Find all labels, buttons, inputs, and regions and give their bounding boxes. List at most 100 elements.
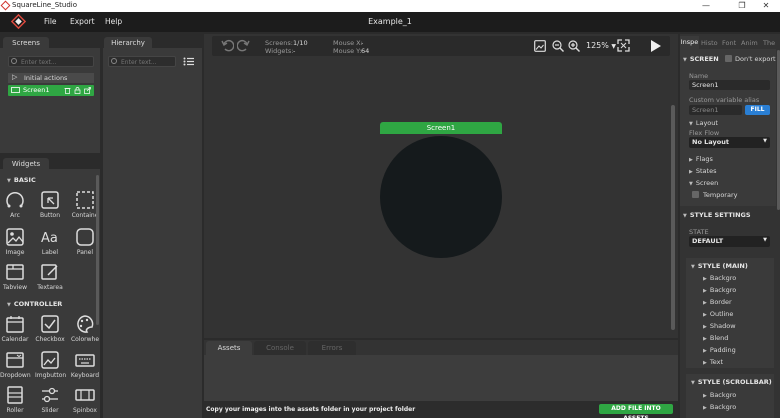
scroll-prop-background-image[interactable]: ▶ Backgro (703, 403, 736, 411)
canvas-scrollbar[interactable] (671, 105, 675, 330)
widget-imgbutton[interactable]: Imgbutton (35, 350, 66, 379)
assets-hint: Copy your images into the assets folder … (206, 406, 416, 413)
widget-roller[interactable]: Roller (0, 385, 30, 414)
widgets-scrollbar[interactable] (96, 175, 99, 325)
scroll-prop-background[interactable]: ▶ Backgro (703, 391, 736, 399)
screens-search-input[interactable] (8, 56, 94, 67)
dont-export-checkbox[interactable] (725, 55, 732, 62)
menu-bar: File Export Help Example_1 (0, 12, 780, 32)
undo-icon[interactable] (221, 39, 234, 52)
state-select[interactable]: DEFAULT ▼ (689, 236, 770, 247)
style-prop-background[interactable]: ▶ Backgro (703, 274, 736, 282)
hierarchy-search[interactable] (108, 56, 176, 67)
style-prop-blend[interactable]: ▶ Blend (703, 334, 728, 342)
style-prop-outline[interactable]: ▶ Outline (703, 310, 733, 318)
menu-file[interactable]: File (44, 17, 57, 26)
style-prop-text[interactable]: ▶ Text (703, 358, 723, 366)
widget-label[interactable]: Aa Label (35, 227, 65, 256)
style-prop-padding[interactable]: ▶ Padding (703, 346, 736, 354)
widget-calendar[interactable]: Calendar (0, 314, 30, 343)
play-button-icon[interactable] (649, 39, 662, 53)
menu-export[interactable]: Export (70, 17, 95, 26)
controller-section-header[interactable]: ▼ CONTROLLER (7, 300, 62, 308)
tab-history[interactable]: Histo (701, 39, 718, 47)
expand-triangle-icon: ▶ (689, 169, 693, 175)
style-prop-shadow[interactable]: ▶ Shadow (703, 322, 736, 330)
zoom-level-dropdown[interactable]: 125% ▼ (586, 41, 616, 50)
widget-checkbox[interactable]: Checkbox (35, 314, 65, 343)
app-logo-icon (0, 0, 11, 11)
image-icon (6, 228, 24, 246)
add-file-into-assets-button[interactable]: ADD FILE INTO ASSETS (599, 404, 673, 418)
screen-header-text: SCREEN (689, 55, 719, 63)
name-label: Name (689, 72, 709, 80)
tab-errors[interactable]: Errors (308, 341, 356, 355)
screens-count-label: Screens: (265, 39, 293, 47)
widget-keyboard[interactable]: Keyboard (70, 350, 100, 379)
tabview-icon (6, 264, 24, 280)
widget-arc[interactable]: Arc (0, 190, 30, 219)
style-settings-text: STYLE SETTINGS (689, 211, 751, 219)
tab-themes[interactable]: The (763, 39, 775, 47)
states-toggle[interactable]: ▶ States (689, 167, 716, 175)
widget-tabview[interactable]: Tabview (0, 262, 30, 291)
widget-slider[interactable]: Slider (35, 385, 65, 414)
zoom-in-icon[interactable] (568, 40, 580, 52)
redo-icon[interactable] (237, 39, 250, 52)
style-prop-border[interactable]: ▶ Border (703, 298, 732, 306)
image-preview-icon[interactable] (534, 40, 546, 52)
style-prop-background-image[interactable]: ▶ Backgro (703, 286, 736, 294)
close-button[interactable]: ✕ (752, 0, 780, 12)
screens-search[interactable] (8, 56, 94, 67)
menu-help[interactable]: Help (105, 17, 122, 26)
list-view-icon[interactable] (183, 57, 195, 66)
style-settings-header[interactable]: ▼ STYLE SETTINGS (683, 211, 751, 219)
flags-toggle[interactable]: ▶ Flags (689, 155, 713, 163)
flags-label: Flags (695, 155, 713, 163)
lock-icon[interactable] (74, 87, 81, 94)
tab-widgets[interactable]: Widgets (3, 158, 49, 170)
fill-alias-button[interactable]: FILL (745, 105, 770, 115)
tab-screens[interactable]: Screens (3, 37, 49, 49)
minimize-button[interactable]: — (692, 0, 720, 12)
widget-button[interactable]: Button (35, 190, 65, 219)
screen-section-header[interactable]: ▼ SCREEN (683, 55, 719, 63)
screen-preview[interactable] (380, 136, 502, 258)
initial-actions-row[interactable]: ▷ Initial actions (8, 73, 94, 83)
dont-export-label: Don't export (735, 55, 776, 63)
widget-spinbox[interactable]: Spinbox (70, 385, 100, 414)
expand-triangle-icon: ▶ (703, 393, 707, 399)
alias-input[interactable]: Screen1 (689, 105, 742, 115)
dropdown-icon (6, 352, 24, 368)
tab-inspector[interactable]: Inspe (680, 36, 699, 49)
tab-assets[interactable]: Assets (206, 341, 252, 355)
screen-name-tag[interactable]: Screen1 (380, 122, 502, 134)
tab-hierarchy[interactable]: Hierarchy (104, 37, 152, 49)
style-main-header[interactable]: ▼ STYLE (MAIN) (691, 262, 748, 270)
widget-textarea-label: Textarea (37, 284, 63, 291)
delete-icon[interactable] (64, 87, 71, 94)
layout-toggle[interactable]: ▼ Layout (689, 119, 718, 127)
style-prop-label: Border (709, 298, 732, 306)
export-screen-icon[interactable] (84, 87, 91, 94)
hierarchy-search-input[interactable] (108, 56, 176, 67)
tab-font[interactable]: Font (722, 39, 736, 47)
keyboard-icon (75, 354, 95, 367)
fit-screen-icon[interactable] (617, 39, 630, 52)
name-input[interactable]: Screen1 (689, 80, 770, 90)
temporary-checkbox[interactable] (692, 191, 699, 198)
widget-textarea[interactable]: Textarea (35, 262, 65, 291)
style-prop-label: Blend (709, 334, 729, 342)
tab-animation[interactable]: Anim (741, 39, 758, 47)
style-scrollbar-header[interactable]: ▼ STYLE (SCROLLBAR) (691, 378, 772, 386)
screen-list-item[interactable]: Screen1 (8, 85, 94, 96)
zoom-out-icon[interactable] (552, 40, 564, 52)
play-icon: ▷ (12, 73, 18, 81)
screen-sub-toggle[interactable]: ▼ Screen (689, 179, 718, 187)
layout-select[interactable]: No Layout ▼ (689, 137, 770, 148)
widget-dropdown[interactable]: Dropdown (0, 350, 31, 379)
widget-image[interactable]: Image (0, 227, 30, 256)
collapse-triangle-icon: ▼ (683, 57, 687, 63)
tab-console[interactable]: Console (254, 341, 306, 355)
basic-section-header[interactable]: ▼ BASIC (7, 176, 36, 184)
